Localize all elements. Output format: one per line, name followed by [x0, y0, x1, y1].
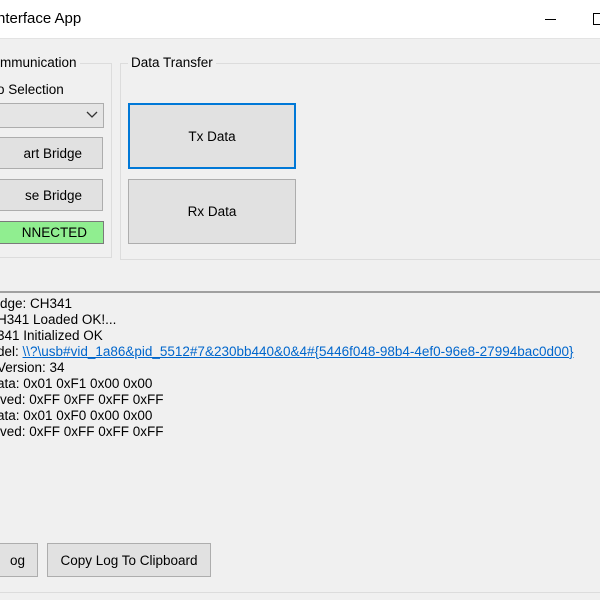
communication-group-label: mmunication: [0, 55, 80, 70]
maximize-icon: [593, 13, 600, 25]
log-line: ata: 0x01 0xF1 0x00 0x00: [0, 376, 153, 391]
device-path-link[interactable]: \\?\usb#vid_1a86&pid_5512#7&230bb440&0&4…: [23, 344, 574, 359]
rx-data-button[interactable]: Rx Data: [128, 179, 296, 244]
clear-log-label: og: [9, 552, 25, 568]
log-area[interactable]: idge: CH341 H341 Loaded OK!... 341 Initi…: [0, 293, 600, 523]
bridge-selection-combo[interactable]: [0, 103, 104, 128]
copy-log-button[interactable]: Copy Log To Clipboard: [47, 543, 211, 577]
log-line: H341 Loaded OK!...: [0, 312, 117, 327]
start-bridge-button[interactable]: art Bridge: [0, 137, 103, 169]
bridge-selection-label: o Selection: [0, 82, 64, 97]
copy-log-label: Copy Log To Clipboard: [60, 552, 198, 568]
close-bridge-button[interactable]: se Bridge: [0, 179, 103, 211]
log-line: idge: CH341: [0, 296, 73, 311]
log-line: ata: 0x01 0xF0 0x00 0x00: [0, 408, 153, 423]
window-bottom-border: [0, 592, 600, 593]
close-bridge-label: se Bridge: [24, 187, 82, 203]
maximize-button[interactable]: [565, 0, 600, 38]
log-line: ived: 0xFF 0xFF 0xFF 0xFF: [0, 392, 164, 407]
log-line: 341 Initialized OK: [0, 328, 103, 343]
minimize-icon: [545, 19, 556, 20]
connection-status-badge: NNECTED: [0, 221, 104, 244]
title-bar: nterface App: [0, 0, 600, 39]
rx-data-label: Rx Data: [187, 204, 237, 219]
log-line: Version: 34: [0, 360, 65, 375]
tx-data-button[interactable]: Tx Data: [128, 103, 296, 169]
log-line-prefix: del:: [0, 344, 19, 359]
data-transfer-group-label: Data Transfer: [128, 55, 216, 70]
log-line: del: \\?\usb#vid_1a86&pid_5512#7&230bb44…: [0, 344, 574, 360]
clear-log-button[interactable]: og: [0, 543, 38, 577]
connection-status-text: NNECTED: [21, 225, 87, 240]
start-bridge-label: art Bridge: [23, 145, 82, 161]
tx-data-label: Tx Data: [188, 128, 236, 144]
chevron-down-icon: [86, 111, 98, 118]
window-title: nterface App: [0, 10, 82, 27]
log-line: ived: 0xFF 0xFF 0xFF 0xFF: [0, 424, 164, 439]
